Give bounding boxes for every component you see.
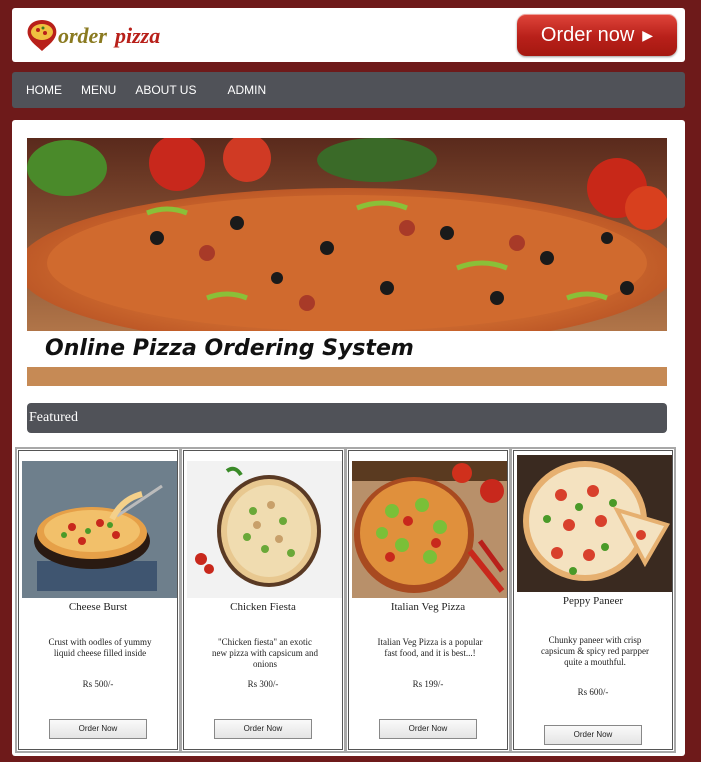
- nav-item-admin[interactable]: ADMIN: [227, 83, 266, 97]
- italian-veg-pizza-image: [352, 461, 507, 598]
- order-now-button[interactable]: Order Now: [49, 719, 147, 739]
- hero-banner: Online Pizza Ordering System: [27, 138, 667, 386]
- order-now-button[interactable]: Order Now: [544, 725, 642, 745]
- featured-section-header: Featured: [27, 403, 667, 433]
- orderpizza-logo[interactable]: order pizza: [22, 16, 192, 54]
- product-description: Italian Veg Pizza is a popular fast food…: [377, 637, 483, 658]
- nav-item-menu[interactable]: MENU: [81, 83, 116, 97]
- peppy-paneer-image: [517, 455, 672, 592]
- main-content: Online Pizza Ordering System Featured Ch…: [12, 120, 685, 756]
- product-price: Rs 300/-: [247, 679, 279, 689]
- product-card-italian-veg-pizza: Italian Veg Pizza Italian Veg Pizza is a…: [345, 447, 511, 753]
- order-now-button[interactable]: Order Now: [214, 719, 312, 739]
- product-price: Rs 600/-: [577, 687, 609, 697]
- chicken-fiesta-image: [187, 461, 342, 598]
- product-card-chicken-fiesta: Chicken Fiesta "Chicken fiesta" an exoti…: [180, 447, 346, 753]
- svg-text:pizza: pizza: [113, 23, 160, 48]
- nav-item-home[interactable]: HOME: [26, 83, 62, 97]
- cheese-burst-image: [22, 461, 177, 598]
- order-now-button[interactable]: Order Now: [379, 719, 477, 739]
- product-card-peppy-paneer: Peppy Paneer Chunky paneer with crisp ca…: [510, 447, 676, 753]
- product-name: Italian Veg Pizza: [390, 601, 466, 613]
- site-header: order pizza Order now ▶: [12, 8, 685, 62]
- product-card-cheese-burst: Cheese Burst Crust with oodles of yummy …: [15, 447, 181, 753]
- order-now-header-button[interactable]: Order now ▶: [517, 14, 677, 56]
- order-now-label: Order now: [540, 23, 635, 46]
- nav-item-about-us[interactable]: ABOUT US: [135, 83, 196, 97]
- product-description: Chunky paneer with crisp capsicum & spic…: [541, 635, 649, 667]
- product-price: Rs 199/-: [412, 679, 444, 689]
- banner-caption: Online Pizza Ordering System: [27, 331, 667, 367]
- svg-text:order: order: [58, 23, 107, 48]
- product-description: Crust with oodles of yummy liquid cheese…: [48, 637, 152, 658]
- featured-products: Cheese Burst Crust with oodles of yummy …: [15, 447, 677, 753]
- product-price: Rs 500/-: [82, 679, 114, 689]
- product-description: "Chicken fiesta" an exotic new pizza wit…: [212, 637, 318, 669]
- product-name: Peppy Paneer: [562, 595, 624, 607]
- main-navigation: HOME MENU ABOUT US ADMIN: [12, 72, 685, 108]
- product-name: Chicken Fiesta: [230, 601, 296, 613]
- play-arrow-icon: ▶: [642, 26, 654, 43]
- product-name: Cheese Burst: [68, 601, 128, 613]
